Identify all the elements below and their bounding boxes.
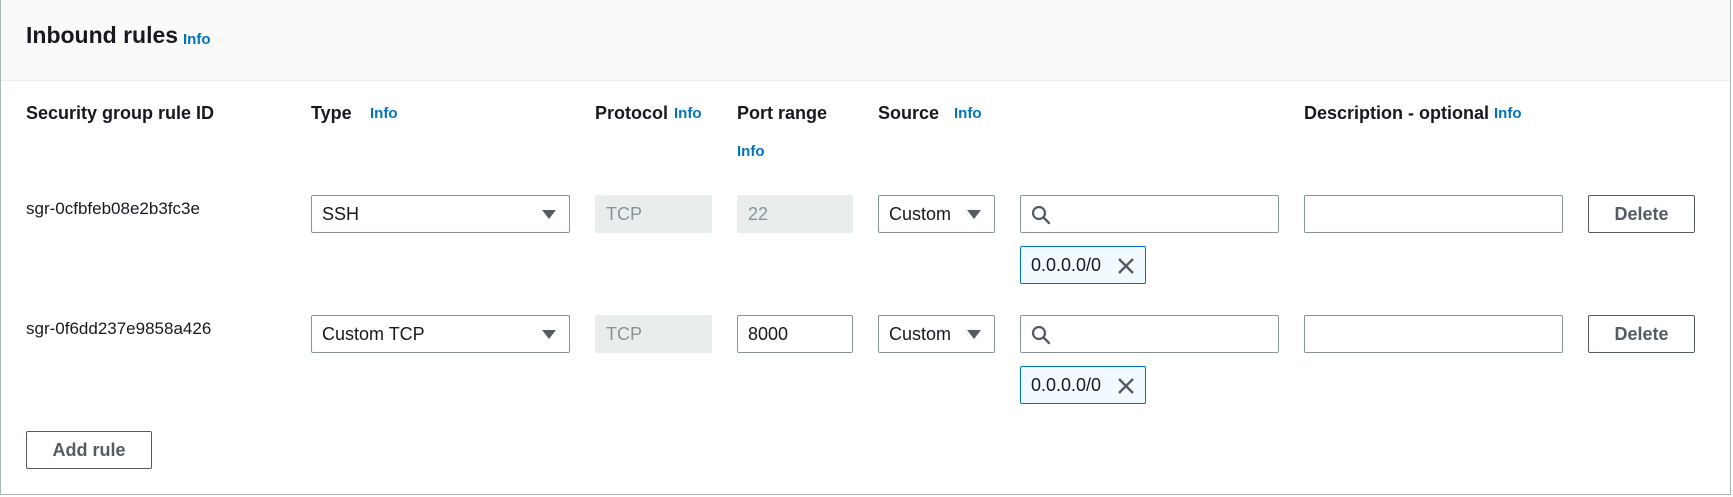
add-rule-button[interactable]: Add rule <box>26 431 152 469</box>
cidr-token: 0.0.0.0/0 <box>1020 246 1146 284</box>
column-header-port-range: Port range <box>737 103 828 123</box>
source-select-value: Custom <box>889 323 952 344</box>
cidr-token-label: 0.0.0.0/0 <box>1031 374 1102 395</box>
source-info-link[interactable]: Info <box>954 105 982 122</box>
caret-down-icon <box>542 330 556 339</box>
search-icon <box>1031 205 1051 225</box>
type-select[interactable]: Custom TCP <box>311 315 570 353</box>
source-select-value: Custom <box>889 203 952 224</box>
column-header-rule-id: Security group rule ID <box>26 103 215 123</box>
caret-down-icon <box>967 210 981 219</box>
delete-rule-button[interactable]: Delete <box>1588 315 1695 353</box>
column-header-protocol: Protocol <box>595 103 669 123</box>
cidr-token-label: 0.0.0.0/0 <box>1031 254 1102 275</box>
caret-down-icon <box>542 210 556 219</box>
type-select[interactable]: SSH <box>311 195 570 233</box>
caret-down-icon <box>967 330 981 339</box>
protocol-value: TCP <box>606 323 642 344</box>
protocol-field: TCP <box>595 315 712 353</box>
protocol-info-link[interactable]: Info <box>674 105 702 122</box>
rule-id: sgr-0cfbfeb08e2b3fc3e <box>26 199 200 218</box>
port-range-value: 22 <box>748 203 769 224</box>
description-input[interactable] <box>1304 315 1563 353</box>
column-header-type: Type <box>311 103 352 123</box>
title-info-link[interactable]: Info <box>183 31 211 48</box>
search-icon <box>1031 325 1051 345</box>
panel-header: Inbound rules Info <box>1 0 1730 81</box>
close-icon[interactable] <box>1117 377 1135 395</box>
protocol-field: TCP <box>595 195 712 233</box>
type-select-value: SSH <box>322 203 360 224</box>
inbound-rules-panel: Inbound rules Info Security group rule I… <box>0 0 1731 495</box>
protocol-value: TCP <box>606 203 642 224</box>
rule-id: sgr-0f6dd237e9858a426 <box>26 319 212 338</box>
source-search-input[interactable] <box>1059 318 1273 352</box>
source-search-field[interactable] <box>1020 315 1279 353</box>
description-info-link[interactable]: Info <box>1494 105 1522 122</box>
page-title: Inbound rules <box>26 22 179 48</box>
type-select-value: Custom TCP <box>322 323 425 344</box>
type-info-link[interactable]: Info <box>370 105 398 122</box>
source-search-field[interactable] <box>1020 195 1279 233</box>
source-search-input[interactable] <box>1059 198 1273 232</box>
port-range-input[interactable] <box>737 315 853 353</box>
close-icon[interactable] <box>1117 257 1135 275</box>
port-range-field: 22 <box>737 195 853 233</box>
delete-rule-button[interactable]: Delete <box>1588 195 1695 233</box>
cidr-token: 0.0.0.0/0 <box>1020 366 1146 404</box>
column-header-description: Description - optional <box>1304 103 1490 123</box>
source-select[interactable]: Custom <box>878 315 995 353</box>
column-header-source: Source <box>878 103 940 123</box>
port-range-info-link[interactable]: Info <box>737 143 765 160</box>
description-input[interactable] <box>1304 195 1563 233</box>
source-select[interactable]: Custom <box>878 195 995 233</box>
